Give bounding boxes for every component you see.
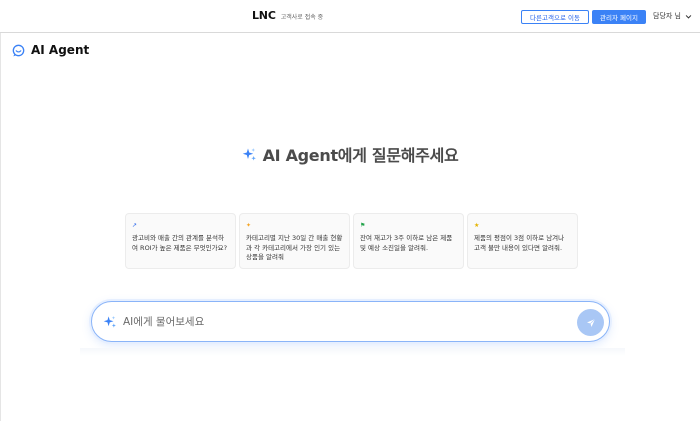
sidebar-divider: [0, 33, 1, 421]
admin-page-button[interactable]: 관리자 페이지: [592, 10, 646, 24]
sparkles-icon: [103, 316, 116, 328]
user-name: 담당자 님: [653, 12, 681, 20]
suggestion-text: 잔여 재고가 3주 이하로 남은 제품 및 예상 소진일을 알려줘.: [360, 234, 453, 252]
suggestion-text: 제품의 평점이 3점 이하로 남겨나 고객 불만 내용이 있다면 알려줘.: [474, 234, 565, 252]
brand: LNC 고객사로 접속 중: [252, 9, 323, 22]
chart-up-icon: ↗: [132, 222, 138, 229]
chat-composer: [91, 301, 610, 342]
sparkles-icon: [242, 147, 256, 160]
suggestion-card[interactable]: ↗ 광고비와 매출 간의 관계를 분석하여 ROI가 높은 제품은 무엇인가요?: [125, 213, 236, 269]
agent-header: AI Agent: [12, 43, 89, 57]
flag-icon: ⚑: [360, 222, 366, 229]
agent-title: AI Agent: [31, 43, 90, 57]
star-icon: ★: [474, 222, 480, 229]
send-icon: [586, 318, 595, 327]
connection-status: 고객사로 접속 중: [280, 14, 324, 21]
send-button[interactable]: [577, 309, 604, 336]
chat-bot-icon: [12, 44, 25, 56]
hero-title: AI Agent에게 질문해주세요: [262, 146, 459, 165]
chevron-down-icon: [685, 14, 692, 19]
chat-input[interactable]: [123, 313, 563, 331]
suggestion-card[interactable]: ✦ 카테고리별 지난 30일 간 매출 현황과 각 카테고리에서 가장 인기 있…: [239, 213, 350, 269]
hero-heading: AI Agent에게 질문해주세요: [0, 142, 700, 166]
switch-customer-button[interactable]: 다른고객으로 이동: [521, 10, 589, 24]
suggestion-text: 카테고리별 지난 30일 간 매출 현황과 각 카테고리에서 가장 인기 있는 …: [246, 234, 343, 261]
suggestion-text: 광고비와 매출 간의 관계를 분석하여 ROI가 높은 제품은 무엇인가요?: [132, 234, 228, 252]
suggestion-card[interactable]: ⚑ 잔여 재고가 3주 이하로 남은 제품 및 예상 소진일을 알려줘.: [353, 213, 464, 269]
suggestion-list: ↗ 광고비와 매출 간의 관계를 분석하여 ROI가 높은 제품은 무엇인가요?…: [125, 213, 578, 269]
user-menu[interactable]: 담당자 님: [653, 11, 692, 21]
sparkle-icon: ✦: [246, 222, 252, 229]
suggestion-card[interactable]: ★ 제품의 평점이 3점 이하로 남겨나 고객 불만 내용이 있다면 알려줘.: [467, 213, 578, 269]
top-bar: LNC 고객사로 접속 중 다른고객으로 이동 관리자 페이지 담당자 님: [0, 0, 700, 33]
composer-shadow: [80, 348, 625, 356]
brand-name: LNC: [252, 9, 276, 22]
